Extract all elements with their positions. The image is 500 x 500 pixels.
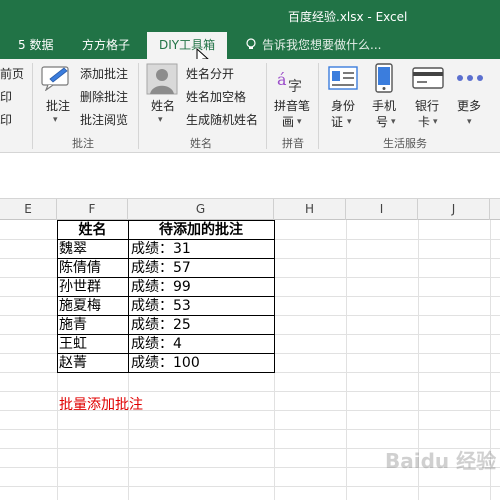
table-cell-name[interactable]: 陈倩倩 — [59, 259, 127, 278]
more-label: 更多 — [457, 99, 482, 113]
svg-text:字: 字 — [288, 79, 302, 93]
column-header-row: E F G H I J — [0, 199, 500, 220]
table-cell-name[interactable]: 施夏梅 — [59, 297, 127, 316]
name-add-space-button[interactable]: 姓名加空格 — [186, 90, 246, 104]
column-header-i[interactable]: I — [346, 199, 418, 220]
column-header-j[interactable]: J — [418, 199, 490, 220]
table-cell-name[interactable]: 施青 — [59, 316, 127, 335]
table-cell-comment[interactable]: 成绩：57 — [131, 259, 273, 278]
phone-icon — [375, 63, 393, 93]
ribbon-cut-item-2[interactable]: 印 — [0, 90, 12, 104]
comment-pen-icon — [41, 66, 69, 91]
table-cell-name[interactable]: 赵菁 — [59, 354, 127, 373]
bank-card-label-2: 卡 — [418, 115, 431, 129]
ribbon-separator — [32, 63, 33, 149]
ribbon-cut-item-1[interactable]: 前页 — [0, 67, 24, 81]
dropdown-arrow-icon: ▾ — [433, 117, 438, 127]
baidu-watermark: Baidu 经验 — [385, 449, 497, 473]
header-comment[interactable]: 待添加的批注 — [128, 221, 274, 240]
tab-diy-toolbox[interactable]: DIY工具箱 — [147, 32, 228, 59]
read-comment-button[interactable]: 批注阅览 — [80, 113, 128, 127]
pinyin-big-label-1: 拼音笔 — [274, 99, 311, 113]
person-icon — [146, 63, 178, 95]
title-bar: 百度经验.xlsx - Excel — [0, 0, 500, 32]
table-cell-comment[interactable]: 成绩：4 — [131, 335, 273, 354]
formula-bar-area — [0, 153, 500, 199]
pinyin-icon: á 字 — [277, 70, 302, 93]
table-cell-name[interactable]: 魏翠 — [59, 240, 127, 259]
name-group-label: 姓名 — [190, 137, 212, 150]
table-cell-comment[interactable]: 成绩：31 — [131, 240, 273, 259]
column-header-g[interactable]: G — [128, 199, 274, 220]
window-title: 百度经验.xlsx - Excel — [288, 10, 408, 24]
name-big-label: 姓名 — [151, 99, 176, 113]
id-card-label-1: 身份 — [331, 99, 356, 113]
table-cell-comment[interactable]: 成绩：53 — [131, 297, 273, 316]
phone-label-2: 号 — [376, 115, 389, 129]
tab-fangfang-grid[interactable]: 方方格子 — [82, 32, 130, 59]
comment-big-label: 批注 — [46, 99, 71, 113]
ribbon-cut-item-3[interactable]: 印 — [0, 113, 12, 127]
random-name-button[interactable]: 生成随机姓名 — [186, 113, 258, 127]
pinyin-big-label-2: 画 — [282, 115, 295, 129]
dropdown-arrow-icon: ▾ — [347, 117, 352, 127]
ribbon-separator — [266, 63, 267, 149]
comment-group-label: 批注 — [72, 137, 94, 150]
tell-me-search[interactable]: 告诉我您想要做什么... — [244, 32, 381, 59]
id-card-label-2: 证 — [331, 115, 344, 129]
svg-text:á: á — [277, 70, 287, 89]
ribbon-tab-row: 5 数据 方方格子 DIY工具箱 告诉我您想要做什么... — [0, 32, 500, 68]
bank-card-label-1: 银行 — [415, 99, 440, 113]
table-cell-name[interactable]: 孙世群 — [59, 278, 127, 297]
table-cell-comment[interactable]: 成绩：99 — [131, 278, 273, 297]
life-services-group-label: 生活服务 — [383, 137, 427, 150]
column-header-h[interactable]: H — [274, 199, 346, 220]
tell-me-text: 告诉我您想要做什么... — [262, 38, 382, 52]
ribbon-separator — [318, 63, 319, 149]
dropdown-arrow-icon: ▾ — [391, 117, 396, 127]
pinyin-group-label: 拼音 — [282, 137, 304, 150]
tab-data[interactable]: 5 数据 — [18, 32, 53, 59]
table-cell-comment[interactable]: 成绩：100 — [131, 354, 273, 373]
more-dots-icon — [457, 75, 483, 81]
dropdown-arrow-icon: ▾ — [467, 117, 472, 127]
lightbulb-icon — [246, 38, 256, 49]
bank-card-icon — [412, 67, 444, 89]
dropdown-arrow-icon: ▾ — [158, 115, 163, 125]
column-header-f[interactable]: F — [57, 199, 128, 220]
ribbon-separator — [138, 63, 139, 149]
id-card-icon — [328, 66, 358, 90]
header-name[interactable]: 姓名 — [57, 221, 128, 240]
add-comment-button[interactable]: 添加批注 — [80, 67, 128, 81]
column-header-e[interactable]: E — [0, 199, 57, 220]
table-cell-name[interactable]: 王虹 — [59, 335, 127, 354]
excel-window: 百度经验.xlsx - Excel 5 数据 方方格子 DIY工具箱 告诉我您想… — [0, 0, 500, 500]
delete-comment-button[interactable]: 删除批注 — [80, 90, 128, 104]
dropdown-arrow-icon: ▾ — [53, 115, 58, 125]
dropdown-arrow-icon: ▾ — [297, 117, 302, 127]
ribbon-panel: 前页 印 印 批注 ▾ 添加批注 删除批注 批注阅览 批注 姓名 ▾ 姓名分开 … — [0, 59, 500, 153]
split-name-button[interactable]: 姓名分开 — [186, 67, 234, 81]
table-cell-comment[interactable]: 成绩：25 — [131, 316, 273, 335]
batch-add-comment-note[interactable]: 批量添加批注 — [59, 394, 143, 414]
phone-label-1: 手机 — [372, 99, 397, 113]
